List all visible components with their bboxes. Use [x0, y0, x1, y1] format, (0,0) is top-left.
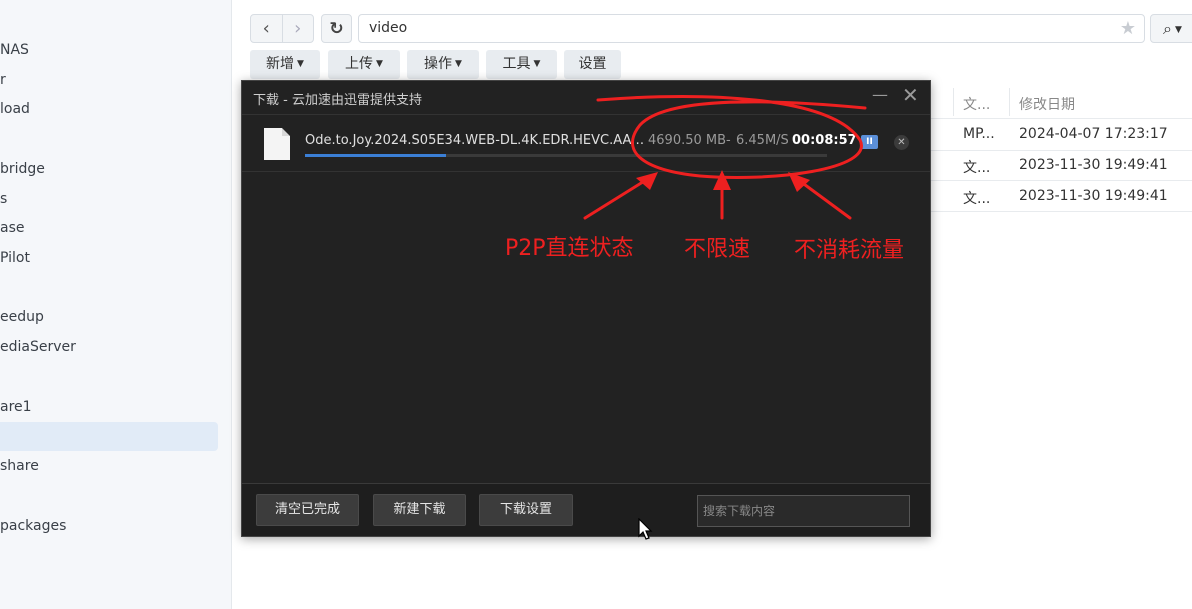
download-separator: -: [726, 133, 731, 148]
mouse-cursor-icon: [638, 518, 653, 540]
menu-tools-label: 工具: [502, 56, 531, 72]
annotation-no-traffic-label: 不消耗流量: [794, 238, 905, 263]
forward-icon[interactable]: ›: [281, 15, 314, 42]
menu-upload-label: 上传: [345, 56, 374, 72]
menu-action[interactable]: 操作 ▼: [407, 50, 479, 79]
menu-action-label: 操作: [424, 56, 453, 72]
clear-completed-button[interactable]: 清空已完成: [256, 494, 359, 526]
menu-create-label: 新增: [266, 56, 295, 72]
search-glyph: ⌕: [1163, 19, 1172, 38]
download-size: 4690.50 MB: [648, 133, 727, 148]
sidebar: NAS r load bridge s ase Pilot eedup edia…: [0, 0, 232, 609]
sidebar-item[interactable]: [0, 6, 218, 35]
menu-settings[interactable]: 设置: [564, 50, 621, 79]
column-header-modified[interactable]: 修改日期: [1019, 94, 1075, 114]
nav-button-group: ‹ ›: [250, 14, 314, 43]
progress-fill: [305, 154, 446, 157]
minimize-icon[interactable]: —: [872, 85, 888, 104]
sidebar-item[interactable]: packages: [0, 512, 218, 541]
download-dialog: 下载 - 云加速由迅雷提供支持 — ✕ Ode.to.Joy.2024.S05E…: [241, 80, 931, 537]
row-divider: [930, 180, 1192, 181]
annotation-p2p-label: P2P直连状态: [505, 236, 634, 261]
download-speed: 6.45M/S: [736, 133, 789, 148]
remove-icon[interactable]: ✕: [894, 135, 909, 150]
file-type-cell: MP...: [963, 126, 995, 142]
sidebar-item[interactable]: NAS: [0, 36, 218, 65]
close-icon[interactable]: ✕: [902, 85, 919, 105]
sidebar-item[interactable]: are1: [0, 393, 218, 422]
download-settings-button[interactable]: 下载设置: [479, 494, 573, 526]
sidebar-item[interactable]: ediaServer: [0, 333, 218, 362]
sidebar-item[interactable]: share: [0, 452, 218, 481]
caret-down-icon: ▼: [1174, 25, 1182, 35]
row-divider: [930, 150, 1192, 151]
sidebar-item[interactable]: s: [0, 185, 218, 214]
sidebar-item[interactable]: bridge: [0, 155, 218, 184]
caret-down-icon: ▼: [455, 59, 462, 69]
refresh-icon[interactable]: ↻: [321, 14, 352, 43]
star-icon[interactable]: ★: [1120, 18, 1136, 39]
column-header-type[interactable]: 文...: [963, 94, 990, 114]
progress-bar: [305, 154, 827, 157]
sidebar-item[interactable]: Pilot: [0, 244, 218, 273]
pause-icon[interactable]: II: [861, 135, 878, 149]
download-search-input[interactable]: 搜索下载内容: [697, 495, 910, 527]
sidebar-item[interactable]: r: [0, 66, 218, 95]
file-icon: [264, 128, 290, 160]
menu-tools[interactable]: 工具 ▼: [486, 50, 557, 79]
file-modified-cell: 2023-11-30 19:49:41: [1019, 188, 1168, 204]
column-separator: [953, 88, 954, 116]
sidebar-item-selected[interactable]: [0, 422, 218, 451]
caret-down-icon: ▼: [297, 59, 304, 69]
column-separator: [1009, 88, 1010, 116]
sidebar-item[interactable]: ase: [0, 214, 218, 243]
file-modified-cell: 2023-11-30 19:49:41: [1019, 157, 1168, 173]
menu-create[interactable]: 新增 ▼: [250, 50, 320, 79]
file-modified-cell: 2024-04-07 17:23:17: [1019, 126, 1168, 142]
annotation-no-limit-label: 不限速: [684, 237, 751, 262]
download-filename: Ode.to.Joy.2024.S05E34.WEB-DL.4K.EDR.HEV…: [305, 133, 645, 148]
path-text: video: [369, 20, 408, 36]
row-divider: [930, 211, 1192, 212]
caret-down-icon: ▼: [533, 59, 541, 69]
dialog-title: 下载 - 云加速由迅雷提供支持: [253, 93, 422, 108]
caret-down-icon: ▼: [376, 59, 383, 69]
new-download-button[interactable]: 新建下载: [373, 494, 466, 526]
download-eta: 00:08:57: [792, 133, 857, 148]
search-icon[interactable]: ⌕ ▼: [1150, 14, 1192, 43]
menu-upload[interactable]: 上传 ▼: [328, 50, 400, 79]
back-icon[interactable]: ‹: [251, 15, 282, 42]
row-divider: [930, 118, 1192, 119]
dialog-footer: 清空已完成 新建下载 下载设置 搜索下载内容: [242, 483, 930, 536]
file-type-cell: 文...: [963, 160, 991, 176]
file-type-cell: 文...: [963, 191, 991, 207]
path-bar[interactable]: video ★: [358, 14, 1145, 43]
sidebar-item[interactable]: eedup: [0, 303, 218, 332]
download-item[interactable]: Ode.to.Joy.2024.S05E34.WEB-DL.4K.EDR.HEV…: [242, 114, 930, 172]
sidebar-item[interactable]: load: [0, 95, 218, 124]
